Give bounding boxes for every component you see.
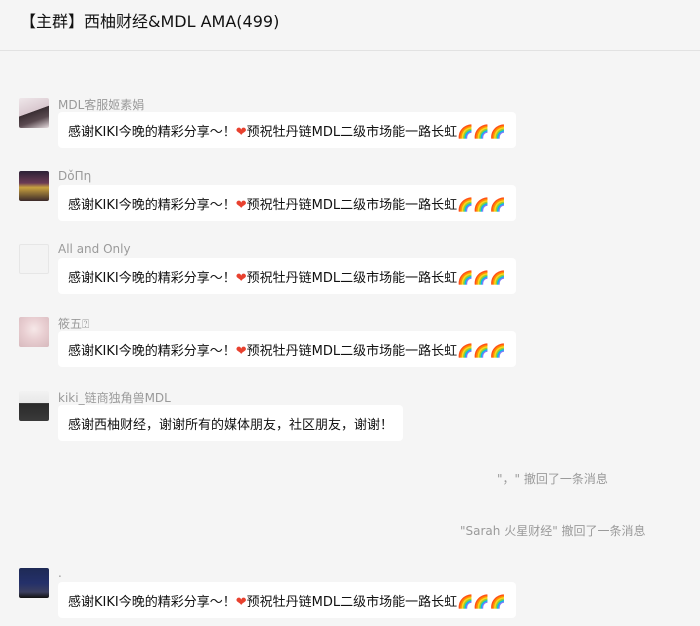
rainbow-icon: 🌈🌈🌈	[457, 125, 506, 140]
rainbow-icon: 🌈🌈🌈	[457, 271, 506, 286]
message-text: 感谢KIKI今晚的精彩分享～！	[68, 271, 236, 286]
sender-name[interactable]: 筱五⍰	[58, 315, 89, 332]
message-text-2: 预祝牡丹链MDL二级市场能一路长虹	[246, 271, 458, 286]
message-text-2: 预祝牡丹链MDL二级市场能一路长虹	[246, 198, 458, 213]
message-bubble[interactable]: 感谢KIKI今晚的精彩分享～！❤预祝牡丹链MDL二级市场能一路长虹🌈🌈🌈	[58, 112, 516, 148]
sender-name[interactable]: DǒΠη	[58, 169, 91, 183]
heart-icon: ❤	[235, 125, 247, 140]
avatar[interactable]	[19, 568, 49, 598]
heart-icon: ❤	[235, 198, 247, 213]
avatar[interactable]	[19, 391, 49, 421]
sender-name[interactable]: All and Only	[58, 242, 131, 256]
heart-icon: ❤	[235, 595, 247, 610]
avatar[interactable]	[19, 171, 49, 201]
heart-icon: ❤	[235, 344, 247, 359]
sender-name[interactable]: kiki_链商独角兽MDL	[58, 389, 171, 406]
message-bubble[interactable]: 感谢KIKI今晚的精彩分享～！❤预祝牡丹链MDL二级市场能一路长虹🌈🌈🌈	[58, 258, 516, 294]
message-text-2: 预祝牡丹链MDL二级市场能一路长虹	[246, 125, 458, 140]
message-bubble[interactable]: 感谢KIKI今晚的精彩分享～！❤预祝牡丹链MDL二级市场能一路长虹🌈🌈🌈	[58, 331, 516, 367]
avatar[interactable]	[19, 98, 49, 128]
message-list[interactable]: MDL客服姬素娟 感谢KIKI今晚的精彩分享～！❤预祝牡丹链MDL二级市场能一路…	[0, 51, 700, 626]
message-text-2: 预祝牡丹链MDL二级市场能一路长虹	[246, 344, 458, 359]
message-text-2: 预祝牡丹链MDL二级市场能一路长虹	[246, 595, 458, 610]
sender-name[interactable]: .	[58, 566, 62, 580]
avatar[interactable]	[19, 317, 49, 347]
message-text: 感谢KIKI今晚的精彩分享～！	[68, 198, 236, 213]
rainbow-icon: 🌈🌈🌈	[457, 595, 506, 610]
chat-header: 【主群】西柚财经&MDL AMA(499)	[0, 0, 700, 51]
message-bubble[interactable]: 感谢KIKI今晚的精彩分享～！❤预祝牡丹链MDL二级市场能一路长虹🌈🌈🌈	[58, 185, 516, 221]
avatar[interactable]	[19, 244, 49, 274]
sender-name[interactable]: MDL客服姬素娟	[58, 96, 144, 113]
message-bubble[interactable]: 感谢西柚财经，谢谢所有的媒体朋友，社区朋友，谢谢！	[58, 405, 404, 441]
rainbow-icon: 🌈🌈🌈	[457, 198, 506, 213]
recall-notice: "，" 撤回了一条消息	[497, 472, 608, 486]
chat-title[interactable]: 【主群】西柚财经&MDL AMA(499)	[20, 8, 279, 32]
message-text: 感谢KIKI今晚的精彩分享～！	[68, 125, 236, 140]
message-text: 感谢KIKI今晚的精彩分享～！	[68, 595, 236, 610]
rainbow-icon: 🌈🌈🌈	[457, 344, 506, 359]
message-text: 感谢KIKI今晚的精彩分享～！	[68, 344, 236, 359]
recall-notice: "Sarah 火星财经" 撤回了一条消息	[460, 524, 646, 538]
heart-icon: ❤	[235, 271, 247, 286]
message-text: 感谢西柚财经，谢谢所有的媒体朋友，社区朋友，谢谢！	[68, 418, 394, 433]
message-bubble[interactable]: 感谢KIKI今晚的精彩分享～！❤预祝牡丹链MDL二级市场能一路长虹🌈🌈🌈	[58, 582, 516, 618]
